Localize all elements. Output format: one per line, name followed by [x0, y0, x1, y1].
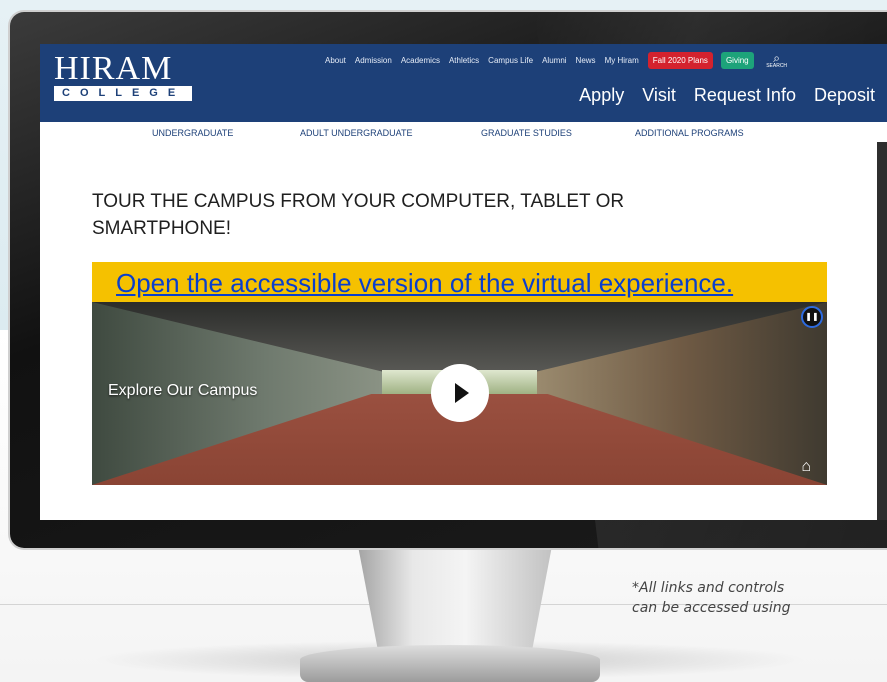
accessibility-note: *All links and controls can be accessed …: [632, 578, 791, 618]
note-line-2: can be accessed using: [632, 600, 791, 616]
subnav-additional-programs[interactable]: ADDITIONAL PROGRAMS: [635, 128, 744, 138]
nav-link-my-hiram[interactable]: My Hiram: [605, 56, 639, 65]
logo-subtitle: COLLEGE: [54, 86, 192, 101]
giving-button[interactable]: Giving: [720, 52, 754, 69]
college-logo[interactable]: HIRAM COLLEGE: [54, 50, 194, 101]
search-icon: ⌕: [773, 50, 780, 65]
nav-link-alumni[interactable]: Alumni: [542, 56, 566, 65]
accessible-banner: Open the accessible version of the virtu…: [92, 262, 827, 302]
video-title: Explore Our Campus: [108, 382, 258, 399]
fall-2020-plans-button[interactable]: Fall 2020 Plans: [647, 52, 713, 69]
subnav-undergraduate[interactable]: UNDERGRADUATE: [152, 128, 233, 138]
nav-link-about[interactable]: About: [325, 56, 346, 65]
website-screen: HIRAM COLLEGE About Admission Academics …: [40, 44, 887, 520]
page-title: TOUR THE CAMPUS FROM YOUR COMPUTER, TABL…: [92, 191, 625, 239]
site-header: HIRAM COLLEGE About Admission Academics …: [40, 44, 887, 122]
program-nav: UNDERGRADUATE ADULT UNDERGRADUATE GRADUA…: [40, 128, 887, 144]
subnav-adult-undergraduate[interactable]: ADULT UNDERGRADUATE: [300, 128, 413, 138]
note-line-1: *All links and controls: [632, 580, 785, 596]
search-label: SEARCH: [766, 62, 788, 69]
deposit-link[interactable]: Deposit: [814, 85, 875, 106]
nav-link-news[interactable]: News: [576, 56, 596, 65]
virtual-tour-video[interactable]: Explore Our Campus ❚❚ ⌂: [92, 302, 827, 485]
primary-nav: Apply Visit Request Info Deposit: [561, 85, 887, 106]
play-button[interactable]: [431, 364, 489, 422]
utility-nav: About Admission Academics Athletics Camp…: [325, 52, 792, 69]
play-icon: [455, 383, 469, 403]
monitor-stand-base: [300, 645, 600, 682]
pause-icon[interactable]: ❚❚: [801, 306, 823, 328]
nav-link-athletics[interactable]: Athletics: [449, 56, 479, 65]
logo-wordmark: HIRAM: [54, 50, 173, 87]
nav-link-academics[interactable]: Academics: [401, 56, 440, 65]
nav-link-admission[interactable]: Admission: [355, 56, 392, 65]
apply-link[interactable]: Apply: [579, 85, 624, 106]
screen-edge: [877, 142, 887, 520]
tour-provider-icon[interactable]: ⌂: [801, 459, 811, 475]
accessible-version-link[interactable]: Open the accessible version of the virtu…: [116, 268, 733, 299]
nav-link-campus-life[interactable]: Campus Life: [488, 56, 533, 65]
request-info-link[interactable]: Request Info: [694, 85, 796, 106]
monitor-stand: [358, 548, 552, 658]
search-button[interactable]: ⌕ SEARCH: [762, 50, 792, 69]
subnav-graduate-studies[interactable]: GRADUATE STUDIES: [481, 128, 572, 138]
visit-link[interactable]: Visit: [642, 85, 676, 106]
